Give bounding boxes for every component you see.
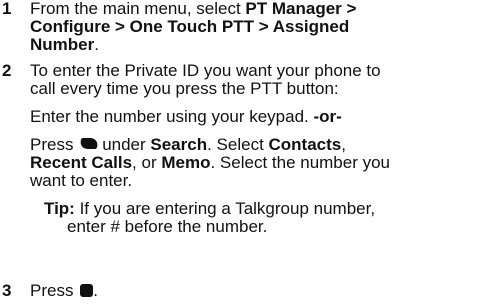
recent-calls-label: Recent Calls [30, 153, 133, 172]
option-search-line-1: Press under Search. Select Contacts, [30, 135, 346, 154]
tip-line-1: Tip: If you are entering a Talkgroup num… [44, 199, 376, 218]
step-2-line-1: To enter the Private ID you want your ph… [30, 61, 381, 80]
search-label: Search [150, 135, 208, 154]
menu-path-configure: Configure > One Touch PTT > Assigned [30, 17, 350, 36]
ok-key-icon [80, 284, 94, 297]
left-softkey-icon [78, 138, 100, 149]
step-number: 2 [2, 61, 12, 80]
contacts-label: Contacts [268, 135, 342, 154]
option-keypad: Enter the number using your keypad. -or- [30, 107, 342, 126]
tip-line-2: enter # before the number. [67, 217, 268, 236]
step-2-line-2: call every time you press the PTT button… [30, 79, 339, 98]
step-number: 3 [2, 281, 12, 300]
step-number: 1 [2, 0, 12, 18]
memo-label: Memo [161, 153, 211, 172]
step-1-line-3: Number. [30, 35, 99, 54]
option-search-line-3: want to enter. [30, 171, 133, 190]
step-1-line-1: From the main menu, select PT Manager > [30, 0, 357, 18]
tip-label: Tip: [44, 199, 75, 218]
or-separator: -or- [313, 107, 342, 126]
option-search-line-2: Recent Calls, or Memo. Select the number… [30, 153, 391, 172]
manual-page: 1 From the main menu, select PT Manager … [0, 0, 482, 305]
step-3-line-1: Press . [30, 281, 98, 300]
menu-path-pt-manager: PT Manager > [245, 0, 357, 18]
menu-path-number: Number [30, 35, 95, 54]
